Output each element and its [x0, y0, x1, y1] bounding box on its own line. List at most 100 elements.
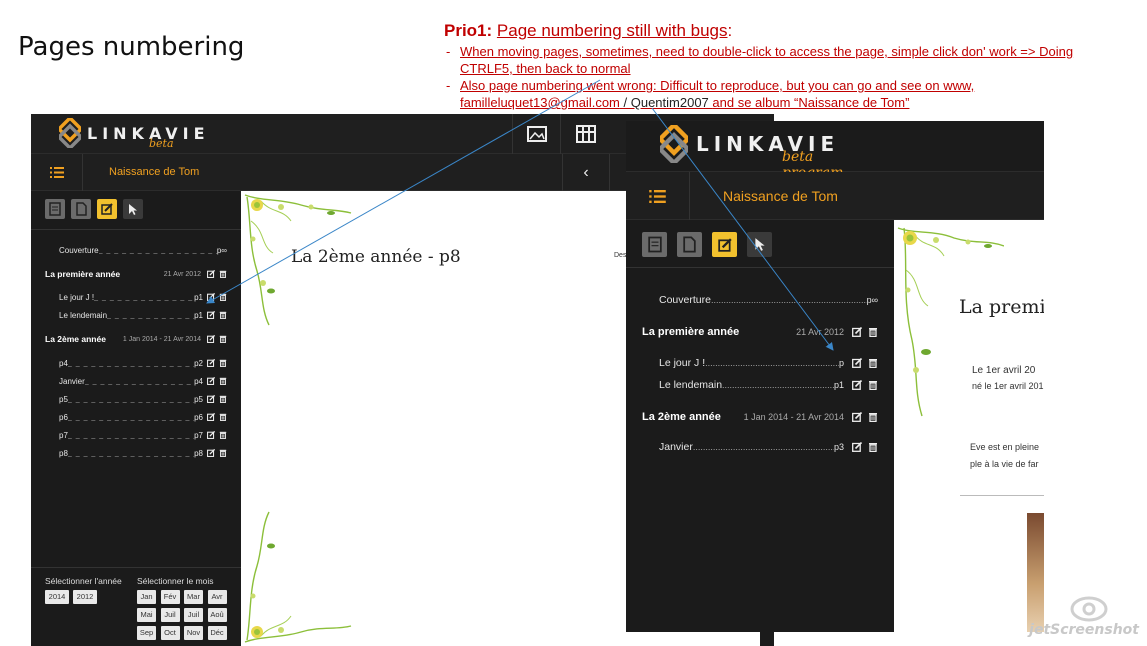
annotation-bullet-2: Also page numbering went wrong: Difficul…	[444, 77, 1104, 111]
edit-tool[interactable]	[712, 232, 737, 257]
layout-tool-button[interactable]	[560, 114, 610, 154]
page-number: p1	[833, 379, 844, 390]
edit-icon[interactable]	[852, 357, 862, 368]
row-actions	[207, 293, 227, 301]
edit-icon[interactable]	[852, 411, 862, 422]
page-tool[interactable]	[677, 232, 702, 257]
month-button[interactable]: Aoû	[207, 608, 227, 622]
edit-icon[interactable]	[207, 431, 215, 439]
row-actions	[207, 413, 227, 421]
page-photo	[1027, 513, 1044, 632]
month-button[interactable]: Avr	[207, 590, 227, 604]
month-button[interactable]: Mai	[137, 608, 156, 622]
toc-page-item[interactable]: Couverture _ _ _ _ _ _ _ _ _ _ _ _ _ _ _…	[31, 244, 241, 256]
leader-dots: ........................................…	[705, 357, 839, 368]
toc-page-item[interactable]: p7 _ _ _ _ _ _ _ _ _ _ _ _ _ _ _ _ _ _ _…	[31, 429, 241, 441]
toc-page-item[interactable]: Le lendemain............................…	[626, 377, 894, 392]
pages-list-tool[interactable]	[642, 232, 667, 257]
year-button[interactable]: 2012	[73, 590, 97, 604]
trash-icon[interactable]	[219, 449, 227, 457]
month-picker-title: Sélectionner le mois	[137, 576, 214, 586]
trash-icon[interactable]	[868, 380, 878, 390]
grid-layout-icon	[575, 125, 596, 143]
toc-page-item[interactable]: Janvier.................................…	[626, 439, 894, 454]
menu-toggle-button[interactable]	[626, 172, 690, 220]
toc-section[interactable]: La première année 21 Avr 2012	[626, 324, 894, 339]
edit-icon[interactable]	[207, 395, 215, 403]
toc-section[interactable]: La 2ème année 1 Jan 2014 - 21 Avr 2014	[626, 409, 894, 424]
floral-corner-bottom-left	[244, 511, 352, 643]
edit-tool[interactable]	[97, 199, 117, 219]
page-tool[interactable]	[71, 199, 91, 219]
edit-icon[interactable]	[852, 441, 862, 452]
back-button[interactable]: ‹	[562, 154, 610, 191]
toc-page-item[interactable]: p8 _ _ _ _ _ _ _ _ _ _ _ _ _ _ _ _ _ _ _…	[31, 447, 241, 459]
page-title: La 2ème année - p8	[291, 247, 461, 267]
annotation-heading: Prio1: Page numbering still with bugs:	[444, 20, 1104, 42]
linkavie-logo: LINKAVIE beta program	[59, 118, 210, 163]
month-button[interactable]: Oct	[160, 626, 180, 640]
edit-icon[interactable]	[207, 311, 215, 319]
album-page-canvas[interactable]: La premiè Le 1er avril 20 né le 1er avri…	[894, 220, 1044, 632]
trash-icon[interactable]	[868, 412, 878, 422]
edit-icon[interactable]	[852, 326, 862, 337]
trash-icon[interactable]	[219, 395, 227, 403]
document-icon	[75, 202, 87, 216]
trash-icon[interactable]	[219, 335, 227, 343]
trash-icon[interactable]	[219, 311, 227, 319]
edit-icon[interactable]	[207, 413, 215, 421]
page-label: Janvier	[659, 440, 693, 453]
row-actions	[852, 357, 878, 368]
section-title: La première année	[45, 269, 121, 279]
month-button[interactable]: Nov	[184, 626, 203, 640]
trash-icon[interactable]	[219, 413, 227, 421]
trash-icon[interactable]	[868, 358, 878, 368]
pages-list-tool[interactable]	[45, 199, 65, 219]
toc-page-item[interactable]: Janvier _ _ _ _ _ _ _ _ _ _ _ _ _ _ _ _ …	[31, 375, 241, 387]
month-button[interactable]: Déc	[207, 626, 227, 640]
photo-tool-button[interactable]	[512, 114, 560, 154]
year-button[interactable]: 2014	[45, 590, 69, 604]
month-button[interactable]: Sep	[137, 626, 156, 640]
month-button[interactable]: Juil	[160, 608, 180, 622]
toc-page-item[interactable]: p4 _ _ _ _ _ _ _ _ _ _ _ _ _ _ _ _ _ _ _…	[31, 357, 241, 369]
edit-icon[interactable]	[207, 377, 215, 385]
edit-icon[interactable]	[207, 449, 215, 457]
toc-sidebar: Couverture _ _ _ _ _ _ _ _ _ _ _ _ _ _ _…	[31, 191, 241, 646]
screenshot-slide: Pages numbering Prio1: Page numbering st…	[0, 0, 1147, 646]
toc-section[interactable]: La première année 21 Avr 2012	[31, 268, 241, 280]
page-label: p7	[59, 430, 68, 440]
page-number: p∞	[216, 245, 227, 255]
month-button[interactable]: Jan	[137, 590, 156, 604]
toc-section[interactable]: La 2ème année 1 Jan 2014 - 21 Avr 2014	[31, 333, 241, 345]
trash-icon[interactable]	[868, 442, 878, 452]
trash-icon[interactable]	[219, 293, 227, 301]
pointer-tool[interactable]	[123, 199, 143, 219]
month-button[interactable]: Juil	[184, 608, 203, 622]
pointer-tool[interactable]	[747, 232, 772, 257]
toc-page-item[interactable]: p5 _ _ _ _ _ _ _ _ _ _ _ _ _ _ _ _ _ _ _…	[31, 393, 241, 405]
page-number: p6	[194, 412, 203, 422]
month-button[interactable]: Fév	[160, 590, 180, 604]
trash-icon[interactable]	[219, 359, 227, 367]
priority-colon: :	[727, 21, 733, 40]
page-text-line-3: Eve est en pleine	[970, 442, 1040, 452]
toc-page-item[interactable]: Couverture..............................…	[626, 292, 894, 307]
toc-page-item[interactable]: Le jour J !.............................…	[626, 355, 894, 370]
toc-page-item[interactable]: p6 _ _ _ _ _ _ _ _ _ _ _ _ _ _ _ _ _ _ _…	[31, 411, 241, 423]
edit-icon[interactable]	[207, 359, 215, 367]
trash-icon[interactable]	[219, 270, 227, 278]
trash-icon[interactable]	[219, 377, 227, 385]
toc-page-item[interactable]: Le lendemain _ _ _ _ _ _ _ _ _ _ _ _ _ _…	[31, 309, 241, 321]
edit-icon[interactable]	[207, 270, 215, 278]
trash-icon[interactable]	[868, 327, 878, 337]
album-title: Naissance de Tom	[723, 188, 838, 204]
edit-icon[interactable]	[207, 335, 215, 343]
menu-toggle-button[interactable]	[31, 154, 83, 191]
edit-icon[interactable]	[207, 293, 215, 301]
edit-icon[interactable]	[852, 379, 862, 390]
toc-page-item[interactable]: Le jour J ! _ _ _ _ _ _ _ _ _ _ _ _ _ _ …	[31, 291, 241, 303]
trash-icon[interactable]	[219, 431, 227, 439]
page-label: Janvier	[59, 376, 85, 386]
month-button[interactable]: Mar	[184, 590, 203, 604]
